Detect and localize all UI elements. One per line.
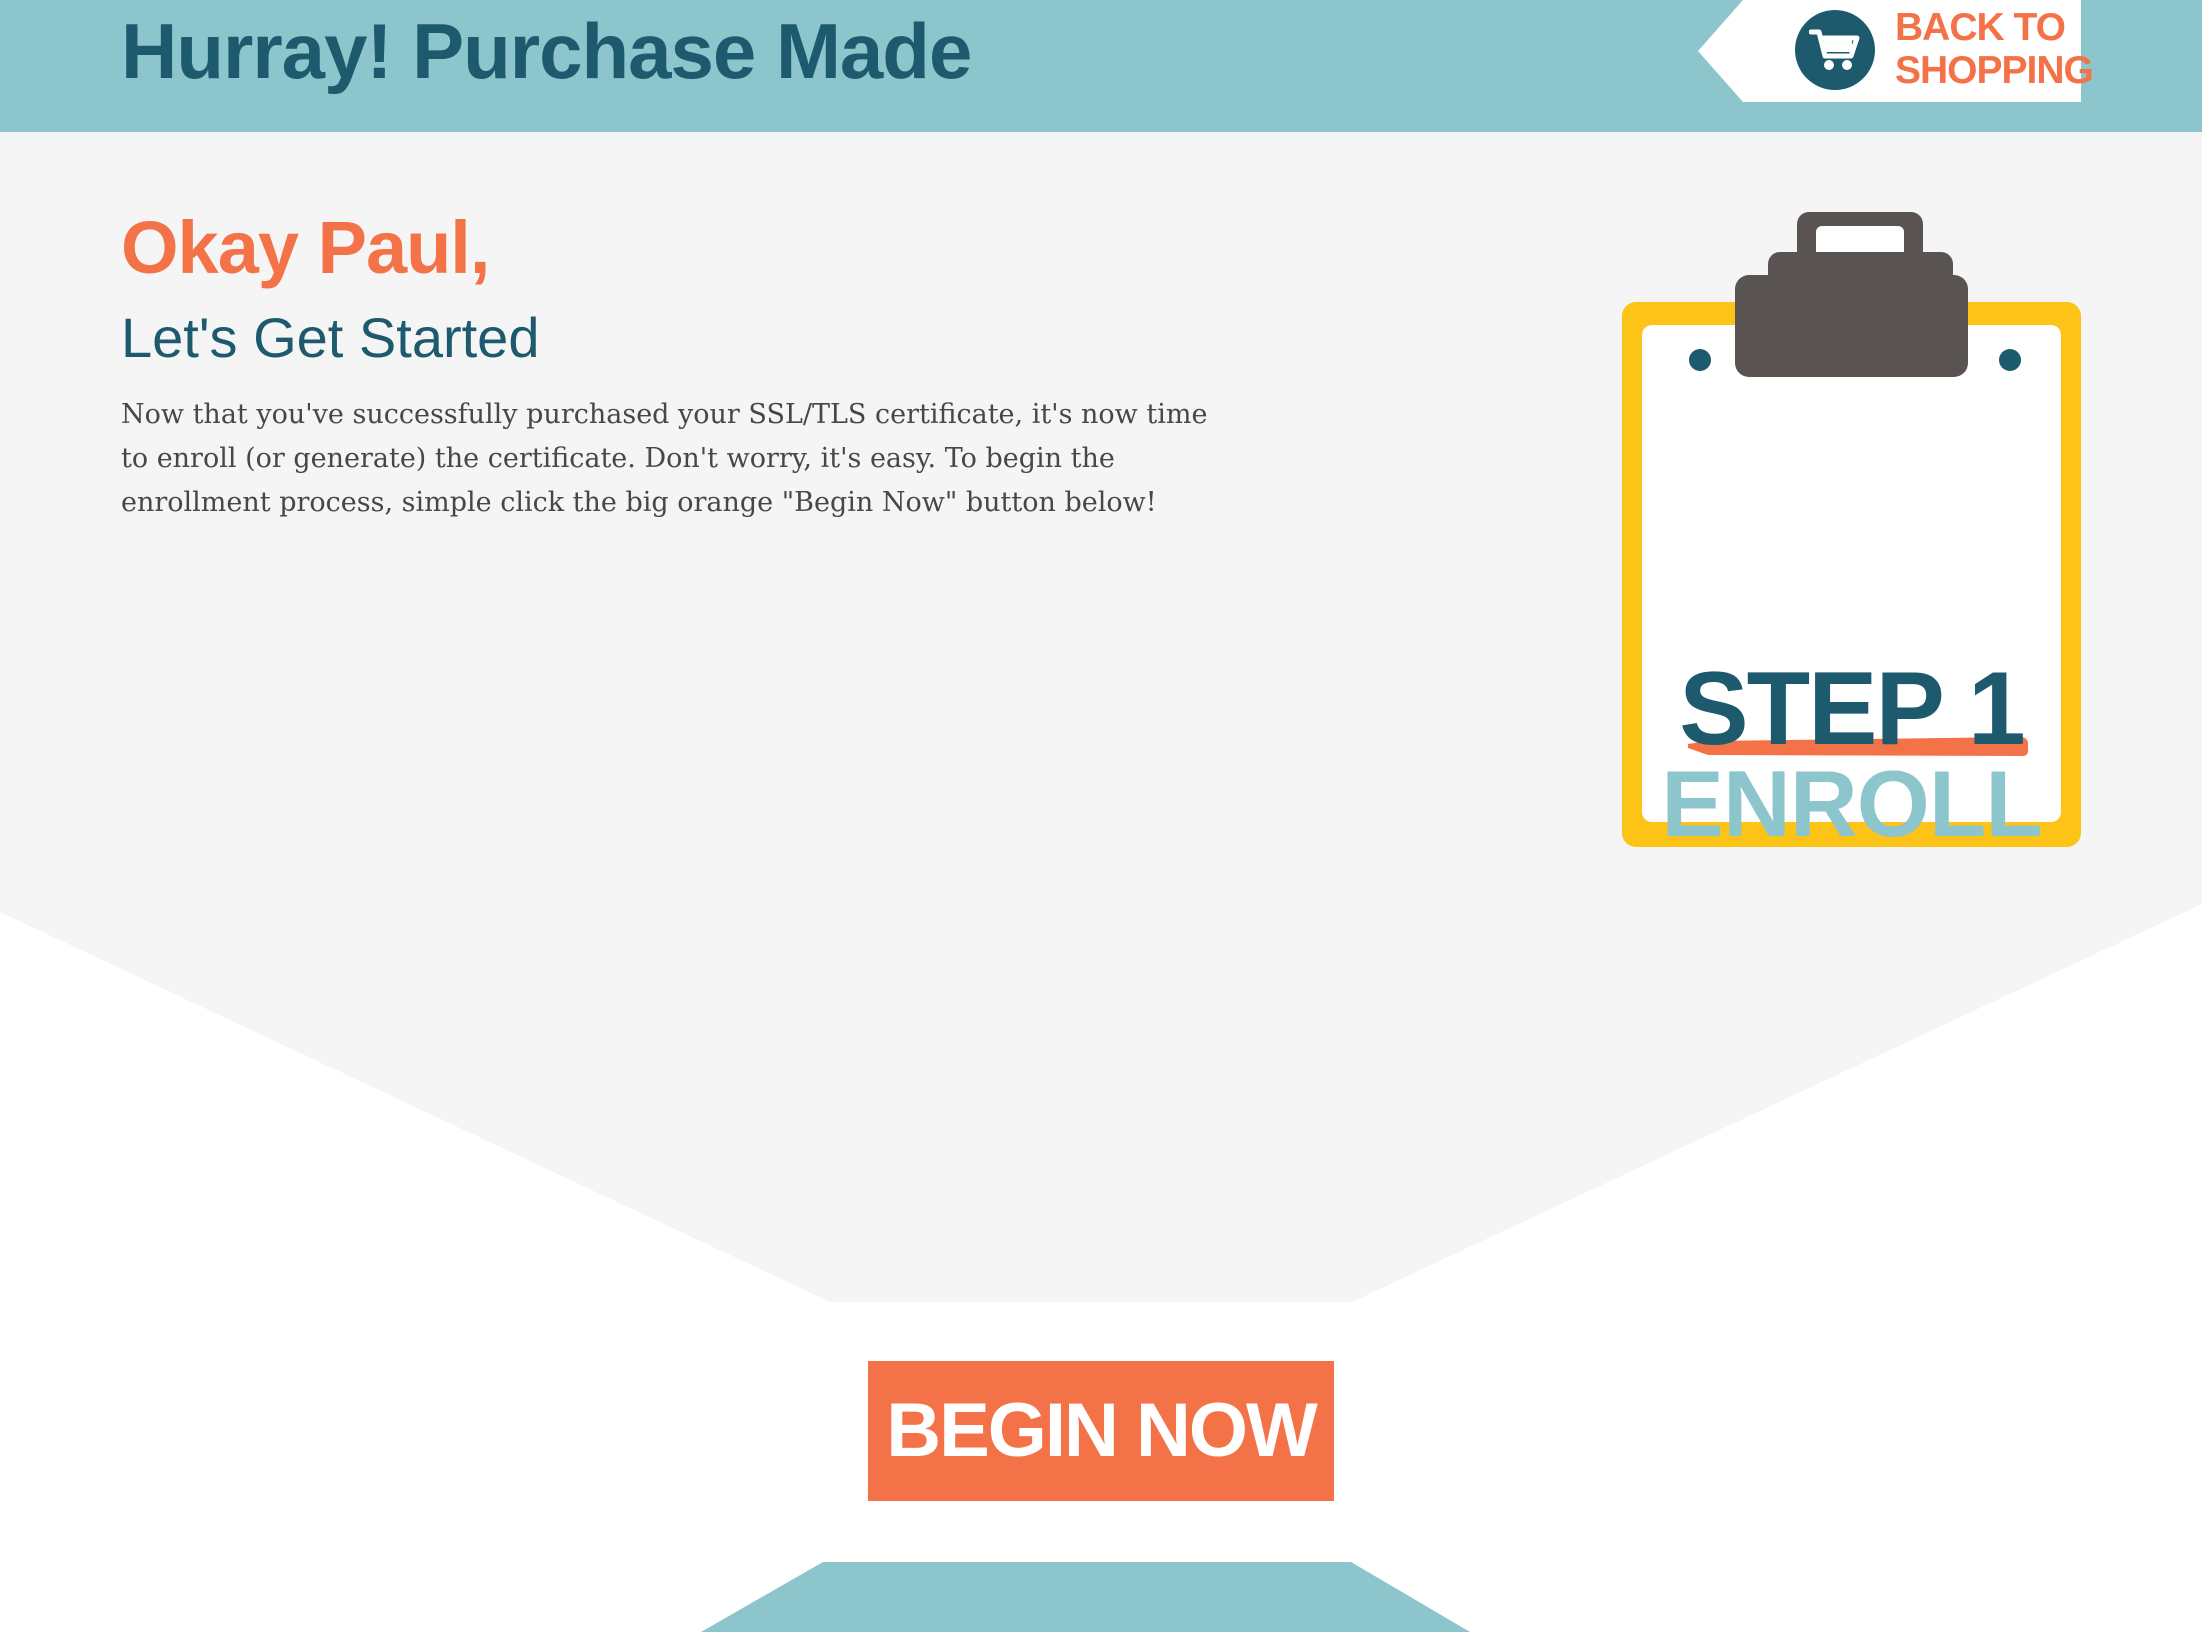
back-to-shopping-label: BACK TO SHOPPING <box>1895 6 2094 92</box>
clipboard-icon: STEP 1 ENROLL <box>1620 210 2083 856</box>
begin-now-button[interactable]: BEGIN NOW <box>868 1361 1334 1501</box>
shopping-cart-icon <box>1795 10 1875 90</box>
instructions-paragraph: Now that you've successfully purchased y… <box>121 399 1208 518</box>
back-to-shopping-button[interactable]: BACK TO SHOPPING <box>1743 0 2094 102</box>
back-button-notch <box>1698 0 1743 102</box>
lets-get-started-heading: Let's Get Started <box>121 306 540 369</box>
greeting-heading: Okay Paul, <box>121 206 490 289</box>
step-subtitle: ENROLL <box>1661 751 2042 856</box>
page-title: Hurray! Purchase Made <box>121 7 972 95</box>
